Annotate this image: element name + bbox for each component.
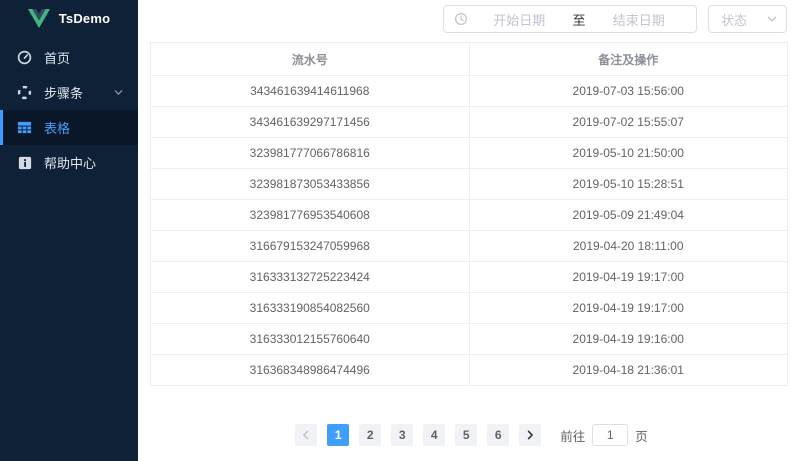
logo: TsDemo (0, 0, 138, 30)
timestamp-cell: 2019-04-19 19:16:00 (469, 324, 788, 355)
page-button-4[interactable]: 4 (423, 424, 445, 446)
serial-number-cell: 316368348986474496 (151, 355, 470, 386)
timestamp-cell: 2019-05-10 15:28:51 (469, 169, 788, 200)
table-body: 343461639414611968 2019-07-03 15:56:00 3… (151, 76, 788, 386)
chevron-down-icon (113, 87, 124, 98)
page-button-1[interactable]: 1 (327, 424, 349, 446)
column-header-remarks: 备注及操作 (469, 43, 788, 76)
goto-unit: 页 (635, 426, 648, 445)
page-button-2[interactable]: 2 (359, 424, 381, 446)
sidebar: TsDemo 首页 步骤条 (0, 0, 138, 461)
table-header: 流水号 备注及操作 (151, 43, 788, 76)
end-date-input[interactable]: 结束日期 (592, 10, 687, 29)
column-header-serial: 流水号 (151, 43, 470, 76)
timestamp-cell: 2019-05-10 21:50:00 (469, 138, 788, 169)
sidebar-item-help[interactable]: 帮助中心 (0, 145, 138, 180)
table-row[interactable]: 323981777066786816 2019-05-10 21:50:00 (151, 138, 788, 169)
table-row[interactable]: 323981776953540608 2019-05-09 21:49:04 (151, 200, 788, 231)
data-table: 流水号 备注及操作 343461639414611968 2019-07-03 … (150, 42, 788, 386)
serial-number-cell: 316333190854082560 (151, 293, 470, 324)
status-select[interactable]: 状态 (708, 5, 787, 33)
timestamp-cell: 2019-05-09 21:49:04 (469, 200, 788, 231)
serial-number-cell: 316333012155760640 (151, 324, 470, 355)
serial-number-cell: 343461639297171456 (151, 107, 470, 138)
table-row[interactable]: 343461639414611968 2019-07-03 15:56:00 (151, 76, 788, 107)
sidebar-item-table[interactable]: 表格 (0, 110, 138, 145)
start-date-input[interactable]: 开始日期 (472, 10, 567, 29)
goto-page: 前往 页 (560, 424, 648, 446)
date-range-separator: 至 (567, 10, 592, 29)
table-row[interactable]: 316333012155760640 2019-04-19 19:16:00 (151, 324, 788, 355)
pagination: 123456 前往 页 (138, 423, 800, 447)
table-row[interactable]: 316333132725223424 2019-04-19 19:17:00 (151, 262, 788, 293)
page-button-3[interactable]: 3 (391, 424, 413, 446)
table-row[interactable]: 316368348986474496 2019-04-18 21:36:01 (151, 355, 788, 386)
dashboard-icon (17, 50, 32, 65)
timestamp-cell: 2019-07-03 15:56:00 (469, 76, 788, 107)
page-button-6[interactable]: 6 (487, 424, 509, 446)
chevron-left-icon (301, 430, 311, 440)
prev-page-button[interactable] (295, 424, 317, 446)
chevron-down-icon (766, 13, 778, 25)
goto-label: 前往 (560, 426, 585, 445)
table-row[interactable]: 343461639297171456 2019-07-02 15:55:07 (151, 107, 788, 138)
next-page-button[interactable] (519, 424, 541, 446)
table-icon (17, 120, 32, 135)
clock-icon (454, 12, 468, 26)
serial-number-cell: 323981873053433856 (151, 169, 470, 200)
goto-page-input[interactable] (592, 424, 628, 446)
table-row[interactable]: 323981873053433856 2019-05-10 15:28:51 (151, 169, 788, 200)
serial-number-cell: 343461639414611968 (151, 76, 470, 107)
app-title: TsDemo (59, 11, 111, 26)
serial-number-cell: 316333132725223424 (151, 262, 470, 293)
timestamp-cell: 2019-07-02 15:55:07 (469, 107, 788, 138)
table-row[interactable]: 316333190854082560 2019-04-19 19:17:00 (151, 293, 788, 324)
timestamp-cell: 2019-04-19 19:17:00 (469, 293, 788, 324)
sidebar-item-label: 帮助中心 (44, 153, 124, 172)
date-range-picker[interactable]: 开始日期 至 结束日期 (443, 5, 697, 33)
steps-icon (17, 85, 32, 100)
vue-logo-icon (28, 9, 50, 28)
sidebar-item-steps[interactable]: 步骤条 (0, 75, 138, 110)
timestamp-cell: 2019-04-20 18:11:00 (469, 231, 788, 262)
table-row[interactable]: 316679153247059968 2019-04-20 18:11:00 (151, 231, 788, 262)
help-icon (17, 155, 32, 170)
sidebar-item-label: 表格 (44, 118, 124, 137)
sidebar-item-label: 步骤条 (44, 83, 113, 102)
chevron-right-icon (525, 430, 535, 440)
serial-number-cell: 323981776953540608 (151, 200, 470, 231)
serial-number-cell: 323981777066786816 (151, 138, 470, 169)
sidebar-item-label: 首页 (44, 48, 124, 67)
pagination-pages: 123456 (322, 424, 514, 446)
status-select-placeholder: 状态 (721, 10, 766, 29)
sidebar-item-home[interactable]: 首页 (0, 40, 138, 75)
timestamp-cell: 2019-04-19 19:17:00 (469, 262, 788, 293)
page-button-5[interactable]: 5 (455, 424, 477, 446)
sidebar-menu: 首页 步骤条 (0, 40, 138, 180)
timestamp-cell: 2019-04-18 21:36:01 (469, 355, 788, 386)
filter-bar: 开始日期 至 结束日期 状态 (443, 5, 787, 33)
main-content: 开始日期 至 结束日期 状态 流水号 备注及操作 343461639414611… (138, 0, 800, 461)
serial-number-cell: 316679153247059968 (151, 231, 470, 262)
